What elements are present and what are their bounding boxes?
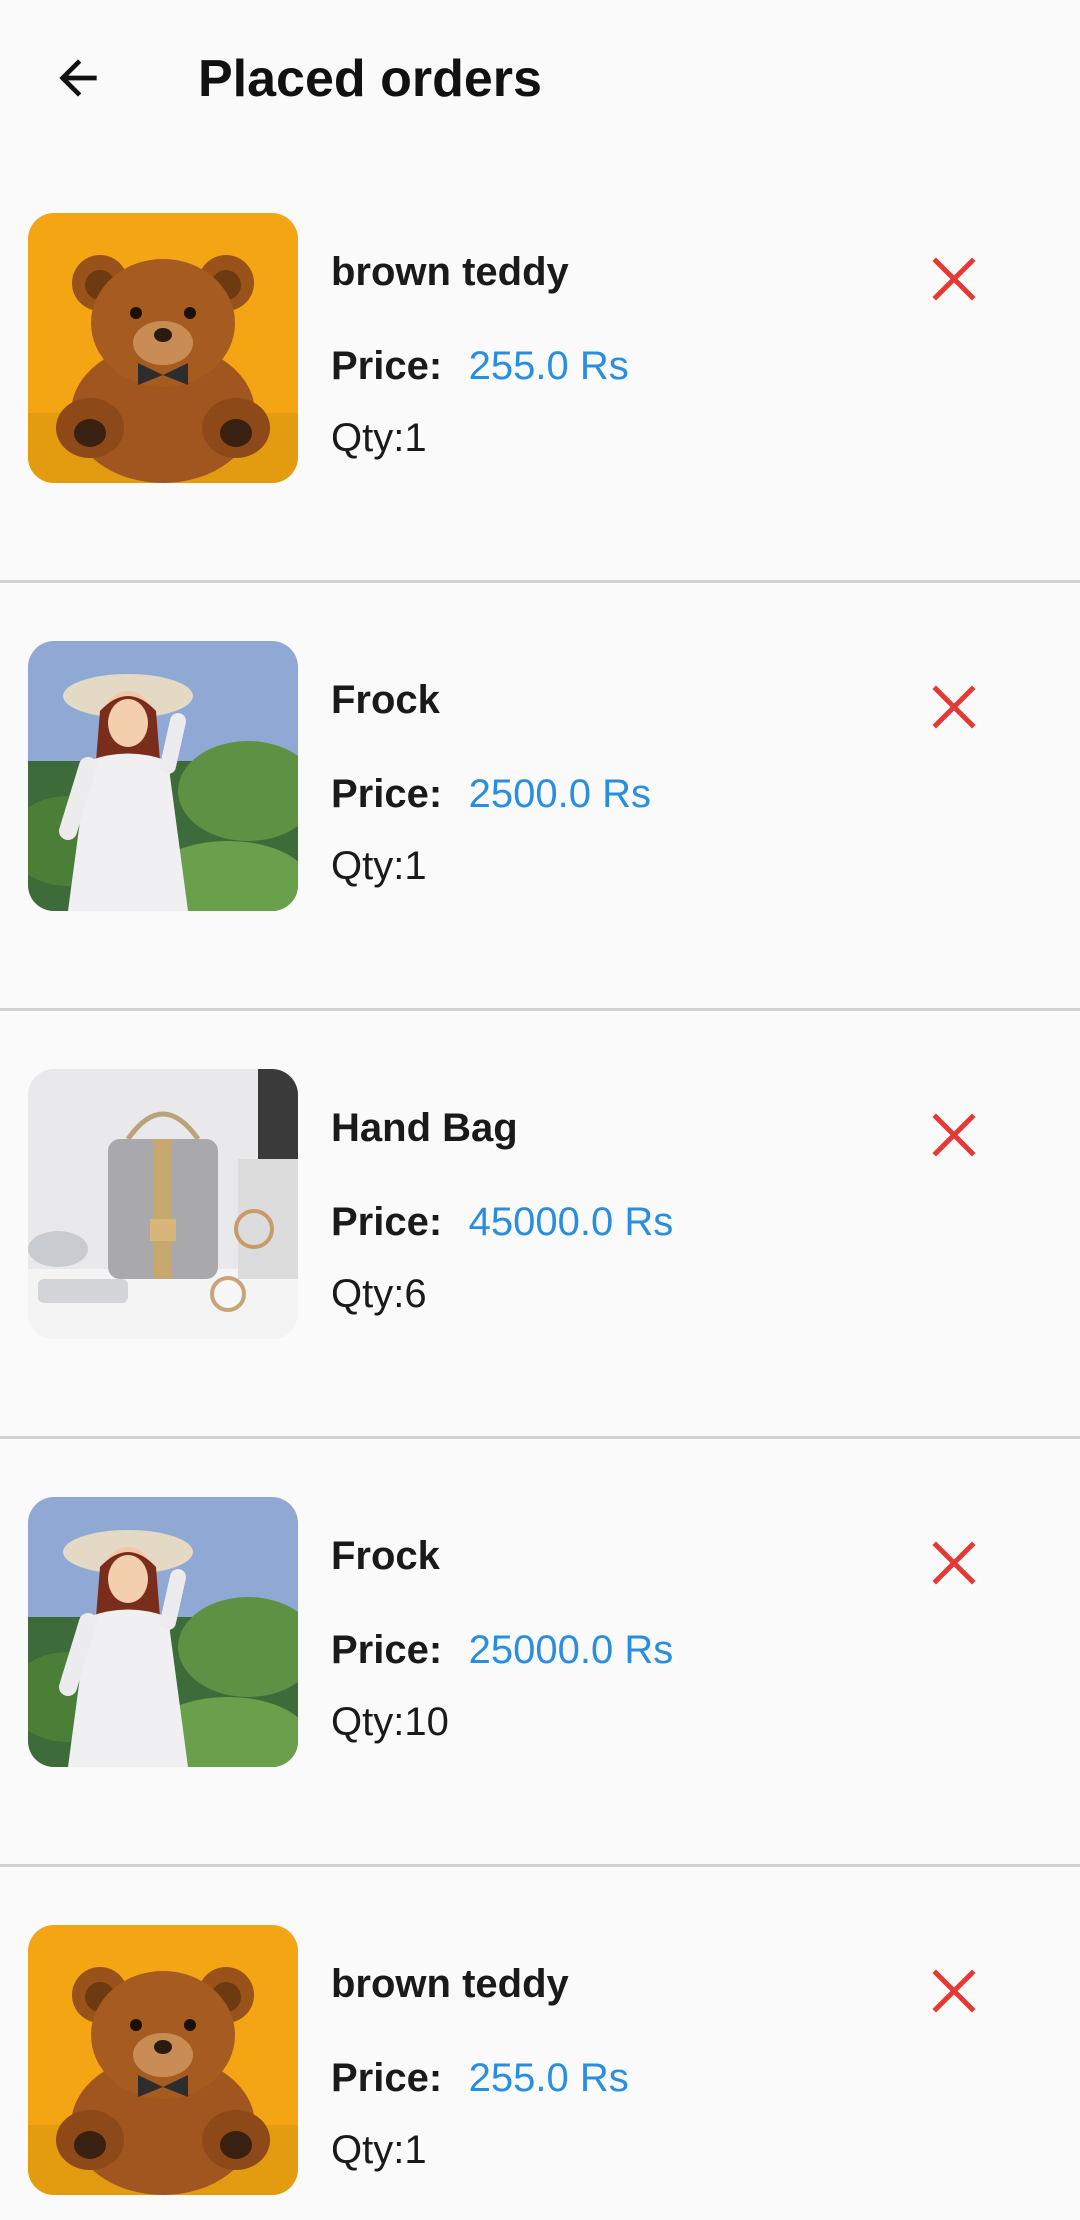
price-row: Price: 25000.0 Rs <box>331 1625 673 1684</box>
price-value: 25000.0 Rs <box>468 1628 674 1672</box>
quantity-text: Qty:6 <box>331 1272 427 1316</box>
woman-frock-photo <box>28 641 298 911</box>
price-row: Price: 255.0 Rs <box>331 2053 629 2112</box>
order-item[interactable]: Hand Bag Price: 45000.0 Rs Qty:6 <box>0 1011 1080 1439</box>
product-name: Frock <box>331 1534 440 1578</box>
price-label: Price: <box>331 1628 443 1672</box>
product-name: brown teddy <box>331 250 569 294</box>
price-label: Price: <box>331 344 443 388</box>
quantity-text: Qty:1 <box>331 416 427 460</box>
remove-order-button[interactable] <box>918 671 990 743</box>
price-value: 255.0 Rs <box>468 2056 629 2100</box>
price-label: Price: <box>331 772 443 816</box>
product-name: brown teddy <box>331 1962 569 2006</box>
close-icon <box>932 257 976 301</box>
price-label: Price: <box>331 1200 443 1244</box>
product-name: Frock <box>331 678 440 722</box>
price-value: 255.0 Rs <box>468 344 629 388</box>
handbag-photo <box>28 1069 298 1339</box>
page-title: Placed orders <box>198 50 542 108</box>
remove-order-button[interactable] <box>918 1955 990 2027</box>
price-label: Price: <box>331 2056 443 2100</box>
remove-order-button[interactable] <box>918 1527 990 1599</box>
order-item[interactable]: brown teddy Price: 255.0 Rs Qty:1 <box>0 155 1080 583</box>
close-icon <box>932 1969 976 2013</box>
quantity-text: Qty:1 <box>331 844 427 888</box>
arrow-left-icon <box>59 59 97 97</box>
close-icon <box>932 685 976 729</box>
price-value: 2500.0 Rs <box>468 772 651 816</box>
quantity-text: Qty:10 <box>331 1700 449 1744</box>
close-icon <box>932 1113 976 1157</box>
placed-orders-screen: Placed orders brown teddy Price: 255.0 R… <box>0 0 1080 2220</box>
price-row: Price: 255.0 Rs <box>331 341 629 400</box>
teddy-bear-photo <box>28 1925 298 2195</box>
order-item[interactable]: Frock Price: 2500.0 Rs Qty:1 <box>0 583 1080 1011</box>
price-row: Price: 2500.0 Rs <box>331 769 651 828</box>
product-name: Hand Bag <box>331 1106 518 1150</box>
order-item[interactable]: Frock Price: 25000.0 Rs Qty:10 <box>0 1439 1080 1867</box>
close-icon <box>932 1541 976 1585</box>
teddy-bear-photo <box>28 213 298 483</box>
remove-order-button[interactable] <box>918 243 990 315</box>
quantity-text: Qty:1 <box>331 2128 427 2172</box>
woman-frock-photo <box>28 1497 298 1767</box>
order-list: brown teddy Price: 255.0 Rs Qty:1 Frock … <box>0 155 1080 2220</box>
price-value: 45000.0 Rs <box>468 1200 674 1244</box>
back-button[interactable] <box>38 38 118 118</box>
app-bar: Placed orders <box>0 0 1080 155</box>
remove-order-button[interactable] <box>918 1099 990 1171</box>
price-row: Price: 45000.0 Rs <box>331 1197 673 1256</box>
order-item[interactable]: brown teddy Price: 255.0 Rs Qty:1 <box>0 1867 1080 2220</box>
